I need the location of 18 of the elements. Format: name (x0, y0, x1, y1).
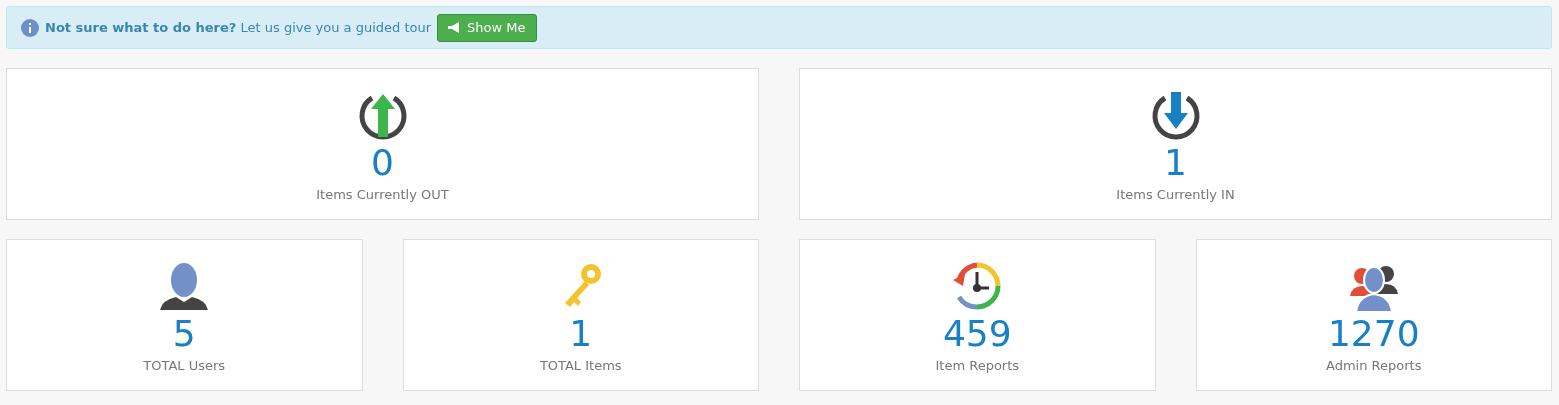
stat-label: TOTAL Items (539, 358, 622, 373)
info-icon (21, 18, 39, 37)
stat-value: 0 (371, 143, 394, 183)
stat-label: Items Currently OUT (316, 187, 449, 202)
stat-label: Admin Reports (1326, 358, 1422, 373)
down-arrow-icon (1149, 89, 1202, 141)
megaphone-icon (448, 22, 462, 33)
stat-label: Item Reports (935, 358, 1020, 373)
tour-message: Not sure what to do here? Let us give you a guided tour (45, 20, 432, 35)
stat-value: 1270 (1327, 314, 1420, 354)
stat-label: Items Currently IN (1116, 187, 1235, 202)
user-icon (158, 260, 211, 312)
stat-value: 1 (1164, 143, 1187, 183)
stat-label: TOTAL Users (143, 358, 226, 373)
stat-value: 5 (172, 314, 196, 354)
stat-value: 459 (942, 314, 1012, 354)
stat-value: 1 (569, 314, 593, 354)
show-me-button[interactable]: Show Me (437, 13, 537, 42)
